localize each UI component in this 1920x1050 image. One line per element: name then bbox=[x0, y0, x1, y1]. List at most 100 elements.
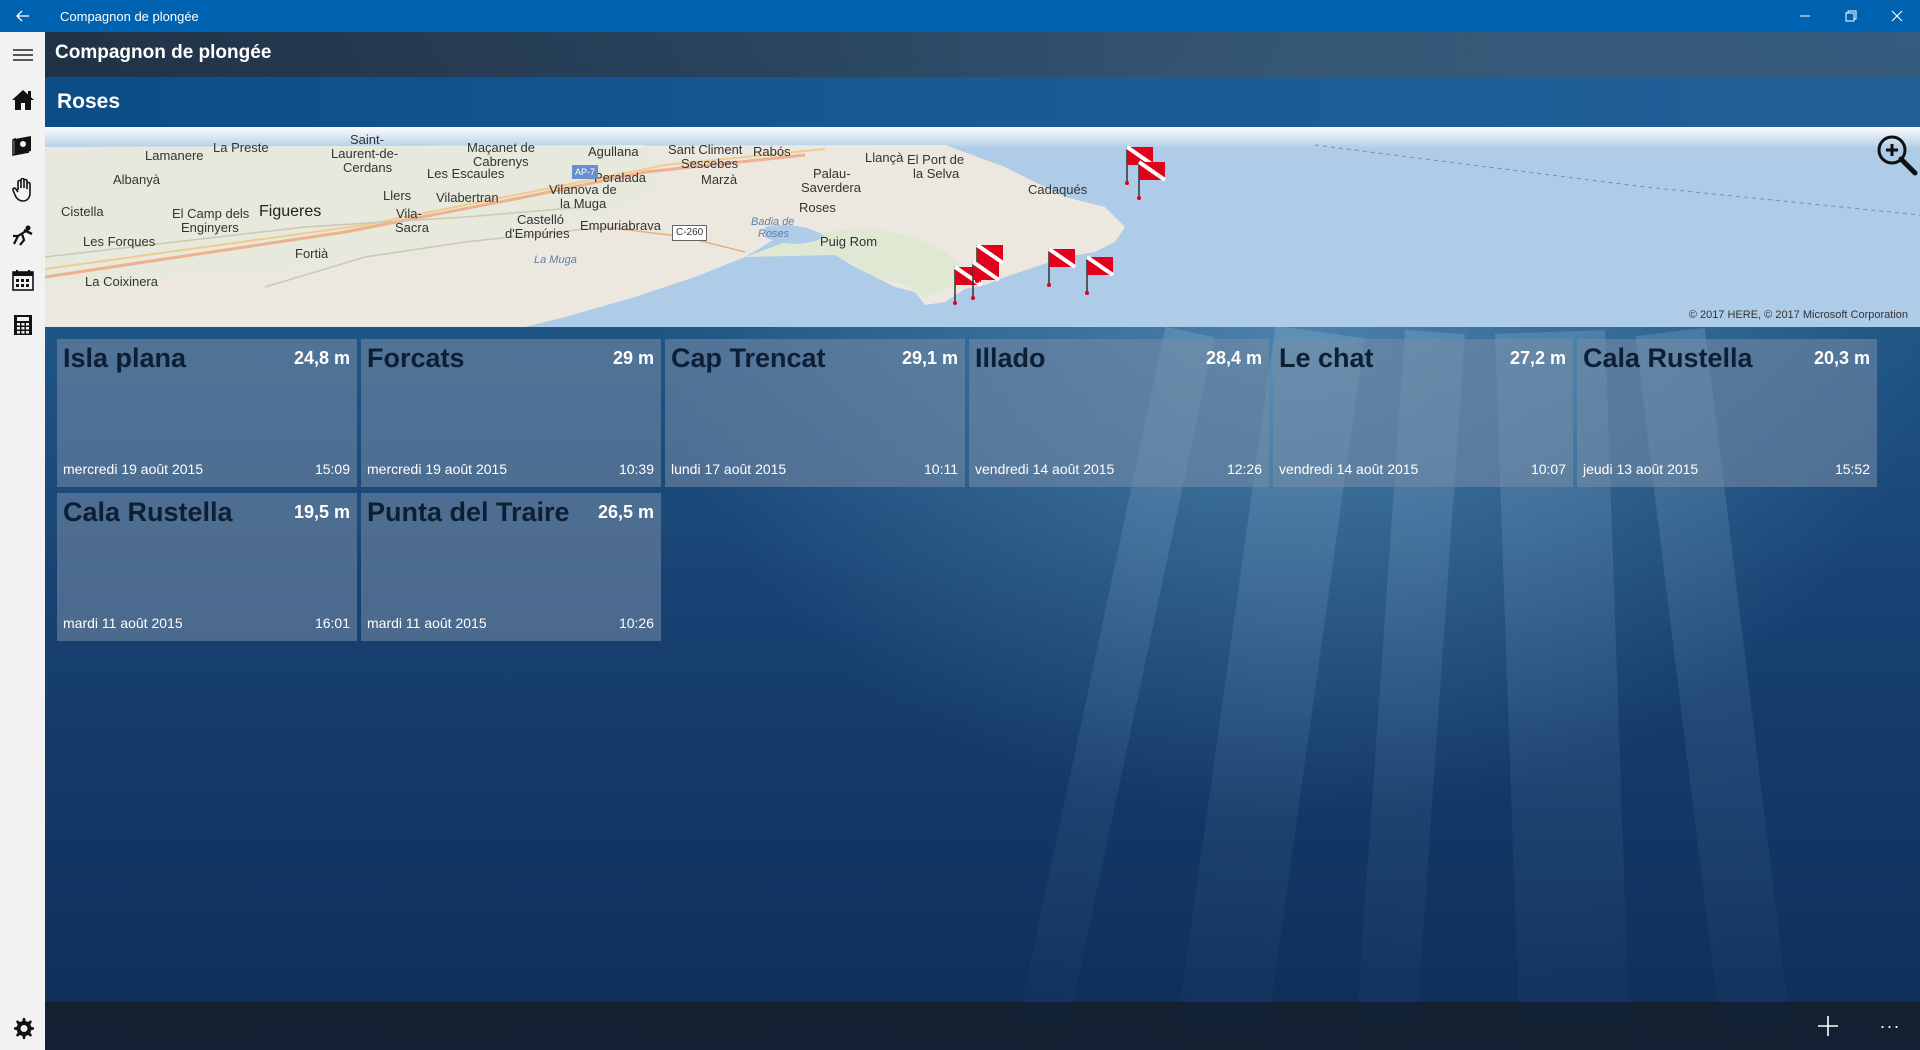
close-button[interactable] bbox=[1874, 0, 1920, 32]
dive-time: 10:39 bbox=[618, 461, 654, 477]
dive-time: 16:01 bbox=[314, 615, 350, 631]
map-label: Saverdera bbox=[801, 180, 861, 195]
dive-depth: 29,1 m bbox=[901, 348, 958, 368]
map-label: Rabós bbox=[753, 144, 791, 159]
map-canvas bbox=[45, 127, 1920, 327]
dive-tile[interactable]: Isla plana 24,8 m mercredi 19 août 2015 … bbox=[57, 339, 357, 487]
map-label: Albanyà bbox=[113, 172, 160, 187]
dive-tile[interactable]: Cala Rustella 20,3 m jeudi 13 août 2015 … bbox=[1577, 339, 1877, 487]
more-options-button[interactable]: ··· bbox=[1870, 1006, 1910, 1046]
map-label: Cistella bbox=[61, 204, 104, 219]
add-dive-button[interactable] bbox=[1808, 1006, 1848, 1046]
back-button[interactable] bbox=[0, 0, 46, 32]
dive-time: 12:26 bbox=[1226, 461, 1262, 477]
dive-depth: 24,8 m bbox=[293, 348, 350, 368]
map-label: Puig Rom bbox=[820, 234, 878, 249]
dive-time: 15:52 bbox=[1834, 461, 1870, 477]
dive-date: jeudi 13 août 2015 bbox=[1583, 461, 1699, 477]
map-label: Saint- bbox=[350, 132, 384, 147]
dive-sites-map[interactable]: Lamanere La Preste Saint- Laurent-de- Ce… bbox=[45, 127, 1920, 327]
map-label: El Camp dels bbox=[172, 206, 250, 221]
nav-calendar[interactable] bbox=[0, 257, 45, 302]
dive-date: vendredi 14 août 2015 bbox=[1279, 461, 1419, 477]
dive-site-name: Cap Trencat bbox=[671, 343, 826, 373]
dive-tile[interactable]: Cala Rustella 19,5 m mardi 11 août 2015 … bbox=[57, 493, 357, 641]
map-label: Agullana bbox=[588, 144, 639, 159]
dive-site-name: Forcats bbox=[367, 343, 465, 373]
map-label: Figueres bbox=[259, 203, 322, 220]
map-label: Empuriabrava bbox=[580, 218, 661, 233]
restore-button[interactable] bbox=[1828, 0, 1874, 32]
logbook-icon bbox=[11, 135, 31, 156]
nav-logbook[interactable] bbox=[0, 122, 45, 167]
dive-tile[interactable]: Le chat 27,2 m vendredi 14 août 2015 10:… bbox=[1273, 339, 1573, 487]
map-label: Fortià bbox=[295, 246, 329, 261]
hamburger-menu-button[interactable] bbox=[0, 32, 45, 77]
dive-date: mercredi 19 août 2015 bbox=[367, 461, 508, 477]
dive-tile[interactable]: Illado 28,4 m vendredi 14 août 2015 12:2… bbox=[969, 339, 1269, 487]
dive-site-name: Isla plana bbox=[63, 343, 187, 373]
dive-time: 15:09 bbox=[314, 461, 350, 477]
nav-calculator[interactable] bbox=[0, 302, 45, 347]
map-label: Cadaqués bbox=[1028, 182, 1088, 197]
title-bar: Compagnon de plongée bbox=[0, 0, 1920, 32]
dive-depth: 20,3 m bbox=[1813, 348, 1870, 368]
map-label: La Muga bbox=[534, 254, 577, 266]
main-content: Compagnon de plongée Roses Lamanere La P… bbox=[45, 32, 1920, 1050]
map-label: La Coixinera bbox=[85, 274, 158, 289]
map-label: Roses bbox=[758, 228, 790, 240]
dive-date: mardi 11 août 2015 bbox=[367, 615, 487, 631]
dive-time: 10:26 bbox=[618, 615, 654, 631]
dive-depth: 27,2 m bbox=[1509, 348, 1566, 368]
map-zoom-button[interactable] bbox=[1875, 133, 1919, 177]
dive-site-name: Illado bbox=[975, 343, 1046, 373]
window-title: Compagnon de plongée bbox=[60, 8, 199, 24]
dive-date: mardi 11 août 2015 bbox=[63, 615, 183, 631]
command-bar: ··· bbox=[45, 1002, 1920, 1050]
map-label: La Preste bbox=[213, 140, 269, 155]
map-label: la Muga bbox=[560, 196, 607, 211]
dive-site-name: Cala Rustella bbox=[63, 497, 233, 527]
map-label: Sacra bbox=[395, 220, 429, 235]
map-label: Roses bbox=[799, 200, 836, 215]
map-copyright: © 2017 HERE, © 2017 Microsoft Corporatio… bbox=[1688, 309, 1908, 321]
road-badge: C-260 bbox=[672, 225, 708, 241]
map-label: Laurent-de- bbox=[331, 146, 399, 161]
diver-icon bbox=[12, 225, 33, 246]
dive-date: vendredi 14 août 2015 bbox=[975, 461, 1115, 477]
map-label: Palau- bbox=[813, 166, 851, 181]
dive-tile[interactable]: Cap Trencat 29,1 m lundi 17 août 2015 10… bbox=[665, 339, 965, 487]
nav-settings[interactable] bbox=[0, 1005, 45, 1050]
map-label: Sescebes bbox=[681, 156, 739, 171]
map-label: d'Empúries bbox=[505, 226, 570, 241]
minimize-icon bbox=[1800, 15, 1810, 17]
dive-depth: 26,5 m bbox=[597, 502, 654, 522]
dive-time: 10:11 bbox=[924, 461, 958, 477]
dive-date: lundi 17 août 2015 bbox=[671, 461, 787, 477]
dive-site-name: Le chat bbox=[1279, 343, 1374, 373]
nav-signs[interactable] bbox=[0, 167, 45, 212]
dive-date: mercredi 19 août 2015 bbox=[63, 461, 204, 477]
home-icon bbox=[11, 89, 34, 110]
map-label: Vilabertran bbox=[436, 190, 499, 205]
dive-site-name: Punta del Traire bbox=[367, 497, 570, 527]
dive-depth: 28,4 m bbox=[1205, 348, 1262, 368]
map-label: Lamanere bbox=[145, 148, 204, 163]
app-header: Compagnon de plongée bbox=[45, 32, 1920, 77]
map-label: Les Escaules bbox=[427, 166, 505, 181]
map-label: Maçanet de bbox=[467, 140, 535, 155]
nav-home[interactable] bbox=[0, 77, 45, 122]
map-label: Vila- bbox=[396, 206, 422, 221]
map-label: Enginyers bbox=[181, 220, 239, 235]
map-label: Castelló bbox=[517, 212, 564, 227]
minimize-button[interactable] bbox=[1782, 0, 1828, 32]
app-title: Compagnon de plongée bbox=[55, 42, 272, 63]
plus-icon bbox=[1818, 1016, 1838, 1036]
back-arrow-icon bbox=[16, 10, 29, 22]
nav-diver[interactable] bbox=[0, 212, 45, 257]
road-badge: AP-7 bbox=[572, 165, 599, 179]
map-label: Cerdans bbox=[343, 160, 393, 175]
dive-tile[interactable]: Punta del Traire 26,5 m mardi 11 août 20… bbox=[361, 493, 661, 641]
calculator-icon bbox=[13, 314, 32, 335]
dive-tile[interactable]: Forcats 29 m mercredi 19 août 2015 10:39 bbox=[361, 339, 661, 487]
